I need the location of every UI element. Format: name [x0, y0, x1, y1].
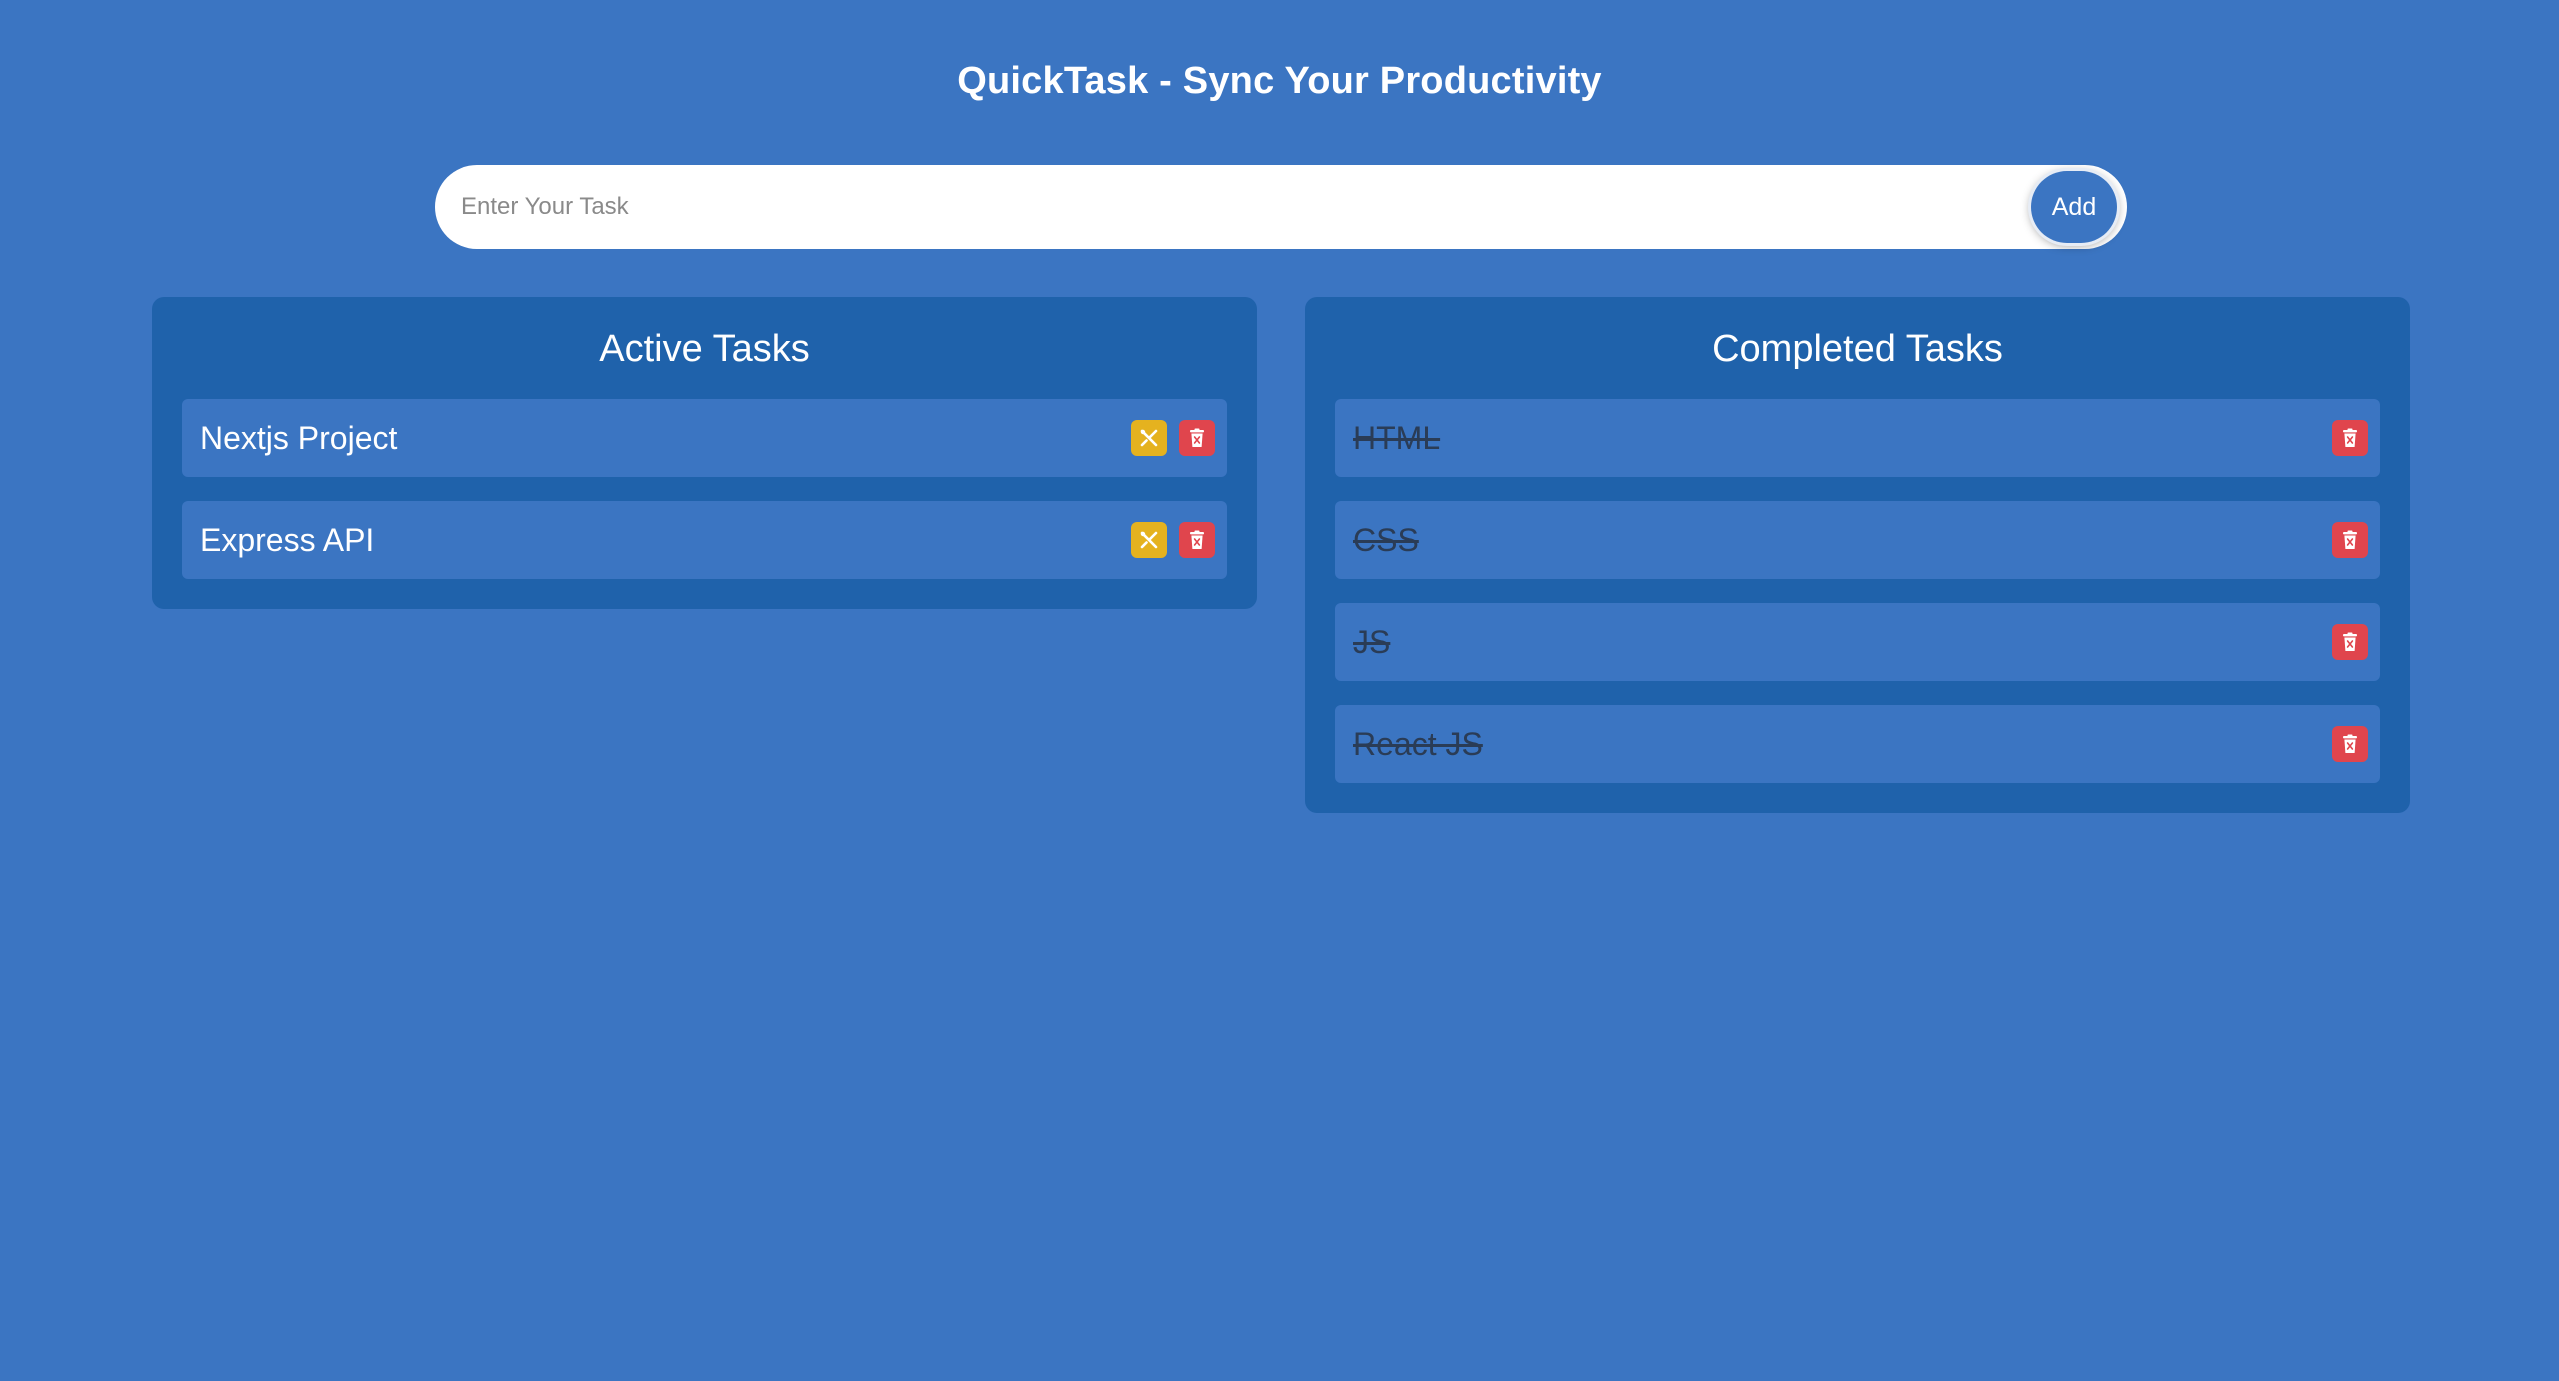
trash-icon — [1188, 530, 1206, 550]
task-actions — [1131, 420, 1215, 456]
wrench-screwdriver-icon — [1138, 427, 1160, 449]
task-actions — [2332, 726, 2368, 762]
active-tasks-title: Active Tasks — [599, 328, 810, 370]
completed-task-item: JS — [1335, 603, 2380, 681]
trash-icon — [2341, 632, 2359, 652]
completed-tasks-panel: Completed Tasks HTML CSS JS React JS — [1305, 297, 2410, 813]
complete-task-button[interactable] — [1131, 522, 1167, 558]
task-text: CSS — [1353, 521, 1419, 558]
app-title: QuickTask - Sync Your Productivity — [957, 60, 1602, 102]
trash-icon — [2341, 734, 2359, 754]
active-tasks-panel: Active Tasks Nextjs Project Express API — [152, 297, 1257, 609]
complete-task-button[interactable] — [1131, 420, 1167, 456]
completed-task-list: HTML CSS JS React JS — [1335, 399, 2380, 783]
trash-icon — [2341, 530, 2359, 550]
trash-icon — [1188, 428, 1206, 448]
delete-task-button[interactable] — [1179, 420, 1215, 456]
delete-task-button[interactable] — [2332, 420, 2368, 456]
wrench-screwdriver-icon — [1138, 529, 1160, 551]
delete-task-button[interactable] — [2332, 624, 2368, 660]
task-input[interactable] — [459, 176, 2031, 238]
app-root: QuickTask - Sync Your Productivity Add A… — [0, 0, 2559, 1381]
completed-task-item: React JS — [1335, 705, 2380, 783]
active-task-item: Express API — [182, 501, 1227, 579]
delete-task-button[interactable] — [2332, 726, 2368, 762]
delete-task-button[interactable] — [1179, 522, 1215, 558]
task-form: Add — [435, 165, 2127, 249]
delete-task-button[interactable] — [2332, 522, 2368, 558]
task-actions — [1131, 522, 1215, 558]
task-actions — [2332, 522, 2368, 558]
completed-tasks-title: Completed Tasks — [1712, 328, 2003, 370]
task-actions — [2332, 624, 2368, 660]
task-text: Nextjs Project — [200, 419, 398, 456]
add-button[interactable]: Add — [2031, 171, 2117, 243]
trash-icon — [2341, 428, 2359, 448]
task-text: HTML — [1353, 419, 1441, 456]
active-task-item: Nextjs Project — [182, 399, 1227, 477]
task-text: Express API — [200, 521, 375, 558]
completed-task-item: CSS — [1335, 501, 2380, 579]
task-text: React JS — [1353, 725, 1483, 762]
task-actions — [2332, 420, 2368, 456]
completed-task-item: HTML — [1335, 399, 2380, 477]
active-task-list: Nextjs Project Express API — [182, 399, 1227, 579]
task-text: JS — [1353, 623, 1391, 660]
